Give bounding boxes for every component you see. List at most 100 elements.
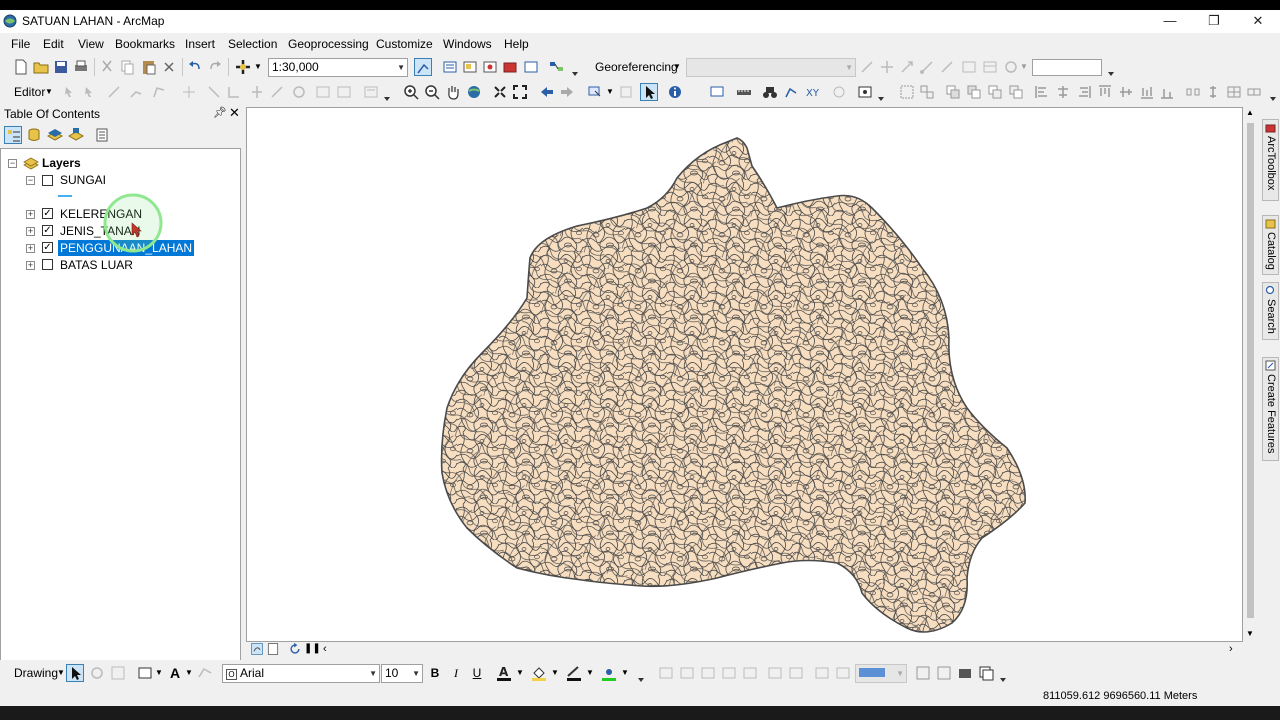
font-name-combo[interactable]: O Arial ▼ — [222, 664, 380, 683]
save-icon[interactable] — [52, 58, 70, 76]
pan-hand-icon[interactable] — [444, 83, 462, 101]
map-scale-combo[interactable]: 1:30,000 ▼ — [268, 58, 408, 77]
model-builder-icon[interactable] — [548, 58, 566, 76]
advanced-edit-8-icon[interactable] — [813, 664, 831, 682]
advanced-edit-6-icon[interactable] — [766, 664, 784, 682]
menu-bookmarks[interactable]: Bookmarks — [115, 37, 175, 51]
close-icon[interactable]: ✕ — [229, 105, 240, 121]
scroll-right-icon[interactable]: › — [1229, 643, 1233, 655]
catalog-icon[interactable] — [461, 58, 479, 76]
clear-selection-icon[interactable] — [617, 83, 635, 101]
refresh-view-icon[interactable] — [288, 642, 302, 656]
distribute-icon[interactable] — [1158, 83, 1176, 101]
select-dropdown-icon[interactable]: ▼ — [606, 87, 614, 96]
layout-tool-4-icon[interactable] — [977, 664, 995, 682]
ungroup-icon[interactable] — [918, 83, 936, 101]
map-vertical-scrollbar[interactable]: ▲ ▼ — [1243, 107, 1257, 642]
map-data-frame[interactable] — [246, 107, 1243, 642]
line-color-dropdown-icon[interactable]: ▼ — [586, 668, 594, 677]
split-icon[interactable] — [248, 83, 266, 101]
go-to-xy-icon[interactable]: XY — [803, 83, 821, 101]
distribute-vertically-icon[interactable] — [1204, 83, 1222, 101]
toolbar-overflow-icon[interactable] — [572, 67, 578, 77]
reshape-icon[interactable] — [205, 83, 223, 101]
menu-insert[interactable]: Insert — [185, 37, 215, 51]
dock-tab-catalog[interactable]: Catalog — [1262, 215, 1279, 275]
drawing-dropdown-icon[interactable]: ▼ — [57, 668, 65, 677]
advanced-edit-5-icon[interactable] — [741, 664, 759, 682]
layers-root-label[interactable]: Layers — [42, 155, 81, 171]
toolbar-overflow-icon[interactable] — [638, 673, 644, 683]
undo-icon[interactable] — [186, 58, 204, 76]
paste-icon[interactable] — [140, 58, 158, 76]
rotate-feature-icon[interactable] — [268, 83, 286, 101]
expand-layer-icon[interactable]: + — [26, 227, 35, 236]
scroll-thumb[interactable] — [1247, 123, 1254, 618]
advanced-edit-combo[interactable]: ▼ — [855, 664, 907, 683]
group-icon[interactable] — [898, 83, 916, 101]
layer-visibility-checkbox[interactable] — [42, 259, 53, 270]
rectangle-dropdown-icon[interactable]: ▼ — [155, 668, 163, 677]
scroll-left-icon[interactable]: ‹ — [323, 643, 327, 655]
advanced-edit-3-icon[interactable] — [699, 664, 717, 682]
vertex-tool-icon[interactable] — [180, 83, 198, 101]
editor-menu[interactable]: Editor — [14, 85, 45, 99]
python-window-icon[interactable] — [522, 58, 540, 76]
zoom-in-icon[interactable] — [402, 83, 420, 101]
edit-vertices-icon[interactable] — [196, 664, 214, 682]
marker-color-dropdown-icon[interactable]: ▼ — [621, 668, 629, 677]
layer-name[interactable]: BATAS LUAR — [60, 257, 133, 273]
land-use-polygons[interactable] — [397, 108, 1097, 641]
rotate-icon[interactable] — [1002, 58, 1020, 76]
line-color-icon[interactable] — [565, 664, 583, 682]
bold-icon[interactable]: B — [426, 664, 444, 682]
list-by-source-icon[interactable] — [25, 126, 43, 144]
georeferencing-dropdown-icon[interactable]: ▼ — [673, 62, 681, 71]
georeferencing-menu[interactable]: Georeferencing — [595, 60, 678, 74]
arctoolbox-icon[interactable] — [501, 58, 519, 76]
align-bottom-icon[interactable] — [1138, 83, 1156, 101]
select-features-icon[interactable] — [586, 83, 604, 101]
rotate-georef-icon[interactable] — [858, 58, 876, 76]
edit-tool-icon[interactable] — [60, 83, 78, 101]
new-text-icon[interactable]: A — [166, 664, 184, 682]
menu-file[interactable]: File — [11, 37, 30, 51]
create-features-icon[interactable] — [362, 83, 380, 101]
straight-segment-icon[interactable] — [105, 83, 123, 101]
toc-options-icon[interactable] — [93, 126, 111, 144]
data-view-icon[interactable] — [250, 642, 264, 656]
open-folder-icon[interactable] — [32, 58, 50, 76]
menu-selection[interactable]: Selection — [228, 37, 277, 51]
font-color-dropdown-icon[interactable]: ▼ — [516, 668, 524, 677]
find-route-icon[interactable] — [782, 83, 800, 101]
underline-icon[interactable]: U — [468, 664, 486, 682]
restore-button[interactable]: ❐ — [1192, 10, 1236, 32]
layout-tool-1-icon[interactable] — [914, 664, 932, 682]
send-backward-icon[interactable] — [1007, 83, 1025, 101]
editor-dropdown-icon[interactable]: ▼ — [45, 87, 53, 96]
add-data-icon[interactable] — [234, 58, 252, 76]
search-window-icon[interactable] — [481, 58, 499, 76]
sketch-tool-icon[interactable] — [150, 83, 168, 101]
rotate-element-icon[interactable] — [88, 664, 106, 682]
fixed-zoom-out-icon[interactable] — [511, 83, 529, 101]
font-size-combo[interactable]: 10 ▼ — [381, 664, 423, 683]
menu-windows[interactable]: Windows — [443, 37, 492, 51]
measure-icon[interactable] — [735, 83, 753, 101]
view-link-table-icon[interactable] — [960, 58, 978, 76]
list-by-drawing-order-icon[interactable] — [4, 126, 22, 144]
shift-georef-icon[interactable] — [878, 58, 896, 76]
send-to-back-icon[interactable] — [965, 83, 983, 101]
river-line-symbol[interactable] — [58, 195, 72, 197]
close-window-button[interactable]: ✕ — [1236, 10, 1280, 32]
scroll-down-icon[interactable]: ▼ — [1246, 629, 1254, 638]
dock-tab-search[interactable]: Search — [1262, 282, 1279, 340]
toolbar-overflow-icon[interactable] — [1108, 67, 1114, 77]
advanced-edit-1-icon[interactable] — [657, 664, 675, 682]
add-data-dropdown-icon[interactable]: ▼ — [254, 62, 262, 71]
align-top-icon[interactable] — [1096, 83, 1114, 101]
cut-icon[interactable] — [98, 58, 116, 76]
marker-color-icon[interactable] — [600, 664, 618, 682]
minimize-button[interactable]: — — [1148, 10, 1192, 32]
menu-customize[interactable]: Customize — [376, 37, 433, 51]
